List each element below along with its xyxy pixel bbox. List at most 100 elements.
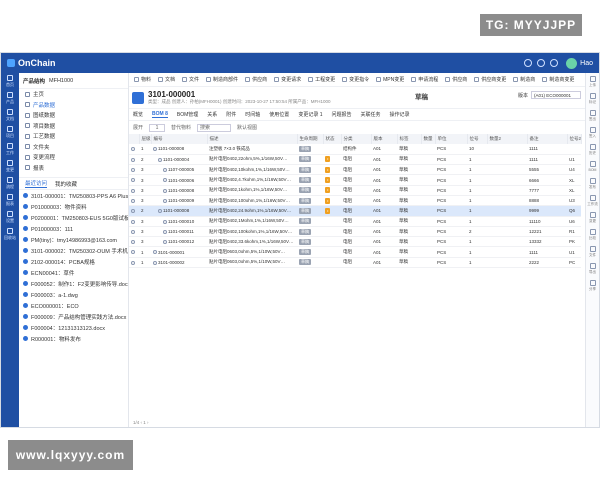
sub-tab[interactable]: 变更记录 1: [298, 111, 322, 118]
part-number-link[interactable]: 1107-000005: [168, 167, 194, 172]
rightbar-item[interactable]: 工作流: [586, 192, 599, 209]
column-header[interactable]: 分类: [341, 134, 372, 144]
part-number-link[interactable]: 1101-000008: [163, 208, 189, 213]
recent-item[interactable]: 3101-000002：TM250302-OUM 手术机器人: [19, 245, 128, 256]
part-number-link[interactable]: 1101-000011: [168, 229, 194, 234]
tree-item[interactable]: 变更流程: [19, 152, 128, 163]
recent-item[interactable]: 3101-000001：TM250803-PPS A6 Plus 底…: [19, 190, 128, 201]
search-icon[interactable]: [524, 59, 533, 67]
sub-tab[interactable]: BOM 8: [152, 111, 168, 118]
tree-item[interactable]: 产品数据: [19, 100, 128, 111]
leftnav-item[interactable]: 文档: [1, 107, 19, 124]
sub-tab[interactable]: 操作记录: [390, 111, 410, 118]
part-number-link[interactable]: 1101-000006: [168, 178, 194, 183]
toolbar-button[interactable]: 文档: [155, 76, 178, 83]
column-header[interactable]: 单位: [435, 134, 468, 144]
table-row[interactable]: 2 1101-000004 贴片电阻0402,22ohm,5%,1/16W,50V……: [129, 154, 581, 166]
tree-item[interactable]: 主页: [19, 89, 128, 100]
rightbar-item[interactable]: BOM: [586, 158, 599, 175]
expand-icon[interactable]: [131, 240, 135, 245]
table-row[interactable]: 3 1101-000012 贴片电阻0402,33.6kohm,1%,1/16W,5…: [129, 236, 581, 248]
part-number-link[interactable]: 1101-000004: [163, 157, 189, 162]
toolbar-button[interactable]: 工程变更: [305, 76, 338, 83]
toolbar-button[interactable]: 变更请求: [271, 76, 304, 83]
table-row[interactable]: 1 3101-000002 贴片电阻0603,0ohm,5%,1/10W,50V… 草…: [129, 257, 581, 269]
expand-icon[interactable]: [131, 260, 135, 265]
replace-button[interactable]: 替代物料: [171, 124, 191, 131]
recent-item[interactable]: P0200001：TM250803-EUS 5G0版试板: [19, 212, 128, 223]
rightbar-item[interactable]: 上传: [586, 73, 599, 90]
column-header[interactable]: 数量: [421, 134, 436, 144]
sub-tab[interactable]: 概览: [133, 111, 143, 118]
recent-item[interactable]: PM(tiny)：tmy14986993@163.com: [19, 234, 128, 245]
leftnav-item[interactable]: 工作: [1, 141, 19, 158]
version-select[interactable]: (A01) ECO000001: [531, 91, 581, 99]
rightbar-item[interactable]: 发布: [586, 175, 599, 192]
part-number-link[interactable]: 3101-000001: [158, 250, 185, 255]
recent-item[interactable]: P01000003：111: [19, 223, 128, 234]
table-row[interactable]: 1 1101-000008 注塑板 7×3.0 铁成品 草稿 结构件 A01 草稿 PCS 10…: [129, 144, 581, 155]
table-row[interactable]: 3 1101-000006 贴片电阻0402,4.7kohm,1%,1/16W,50…: [129, 174, 581, 186]
rightbar-item[interactable]: 变更: [586, 209, 599, 226]
pager[interactable]: 1/4 ‹ 1 ›: [133, 420, 149, 425]
sub-tab[interactable]: 附件: [226, 111, 236, 118]
expand-icon[interactable]: [131, 209, 135, 214]
table-row[interactable]: 1 3101-000001 贴片电阻0603,0ohm,5%,1/10W,50V… 草…: [129, 246, 581, 258]
table-row[interactable]: 2 1101-000008 贴片电阻0402,24.9ohm,1%,1/16W,50…: [129, 205, 581, 217]
expand-button[interactable]: 展开: [133, 124, 143, 131]
level-input[interactable]: 1: [149, 123, 166, 132]
recent-item[interactable]: R000001：物料发布: [19, 333, 128, 344]
table-row[interactable]: 3 1101-000010 贴片电阻0402,1Mohm,1%,1/16W,50V……: [129, 216, 581, 227]
column-header[interactable]: 生命周期: [297, 134, 324, 144]
part-number-link[interactable]: 1101-000012: [168, 239, 194, 244]
column-header[interactable]: 标签: [397, 134, 422, 144]
part-number-link[interactable]: 1101-000010: [168, 219, 194, 224]
recent-item[interactable]: ECO000001：ECO: [19, 300, 128, 311]
leftnav-item[interactable]: 项目: [1, 124, 19, 141]
table-row[interactable]: 3 1107-000005 贴片电阻0402,10kohm,1%,1/16W,50V…: [129, 164, 581, 176]
rightbar-item[interactable]: 分享: [586, 277, 599, 294]
column-header[interactable]: 数量2: [487, 134, 528, 144]
rightbar-item[interactable]: 签出: [586, 107, 599, 124]
expand-icon[interactable]: [131, 229, 135, 234]
column-header[interactable]: 状态: [323, 134, 342, 144]
app-logo[interactable]: OnChain: [7, 58, 56, 68]
expand-icon[interactable]: [131, 198, 135, 203]
tree-item[interactable]: 文件夹: [19, 142, 128, 153]
tree-tab[interactable]: 我的收藏: [55, 180, 77, 188]
toolbar-button[interactable]: 物料: [131, 76, 154, 83]
tree-item[interactable]: 报表: [19, 163, 128, 174]
part-number-link[interactable]: 1101-000008: [168, 188, 194, 193]
rightbar-item[interactable]: 导出: [586, 260, 599, 277]
help-icon[interactable]: [550, 59, 559, 67]
column-header[interactable]: [129, 134, 140, 144]
toolbar-button[interactable]: 制造商变更: [539, 76, 577, 83]
sub-tab[interactable]: 关系: [207, 111, 217, 118]
leftnav-item[interactable]: 产品: [1, 90, 19, 107]
expand-icon[interactable]: [131, 219, 135, 224]
tree-item[interactable]: 工艺数据: [19, 131, 128, 142]
expand-icon[interactable]: [131, 188, 135, 193]
part-number-link[interactable]: 3101-000002: [158, 260, 185, 265]
rightbar-item[interactable]: 比较: [586, 226, 599, 243]
recent-item[interactable]: 2102-000014：PCBA规格: [19, 256, 128, 267]
recent-item[interactable]: F000003：a-1.dwg: [19, 289, 128, 300]
sub-tab[interactable]: 关联任务: [361, 111, 381, 118]
recent-item[interactable]: P01000003：物件资料: [19, 201, 128, 212]
table-row[interactable]: 3 1101-000008 贴片电阻0402,1kohm,1%,1/16W,50V……: [129, 185, 581, 196]
tree-item[interactable]: 图纸数据: [19, 110, 128, 121]
user-menu[interactable]: Hao: [566, 57, 593, 69]
toolbar-button[interactable]: 制造商: [510, 76, 538, 83]
column-header[interactable]: 位号: [467, 134, 488, 144]
rightbar-item[interactable]: 文件: [586, 243, 599, 260]
leftnav-item[interactable]: 回收站: [1, 226, 19, 243]
recent-item[interactable]: ECN00041：草件: [19, 267, 128, 278]
table-row[interactable]: 3 1101-000009 贴片电阻0402,100ohm,1%,1/16W,50V…: [129, 195, 581, 207]
leftnav-item[interactable]: 变更: [1, 158, 19, 175]
column-header[interactable]: 编号: [151, 134, 208, 144]
part-number-link[interactable]: 1101-000009: [168, 198, 194, 203]
toolbar-button[interactable]: 变更指令: [339, 76, 372, 83]
toolbar-button[interactable]: 供应商变更: [471, 76, 509, 83]
rightbar-item[interactable]: 标记: [586, 90, 599, 107]
leftnav-item[interactable]: 报表: [1, 192, 19, 209]
